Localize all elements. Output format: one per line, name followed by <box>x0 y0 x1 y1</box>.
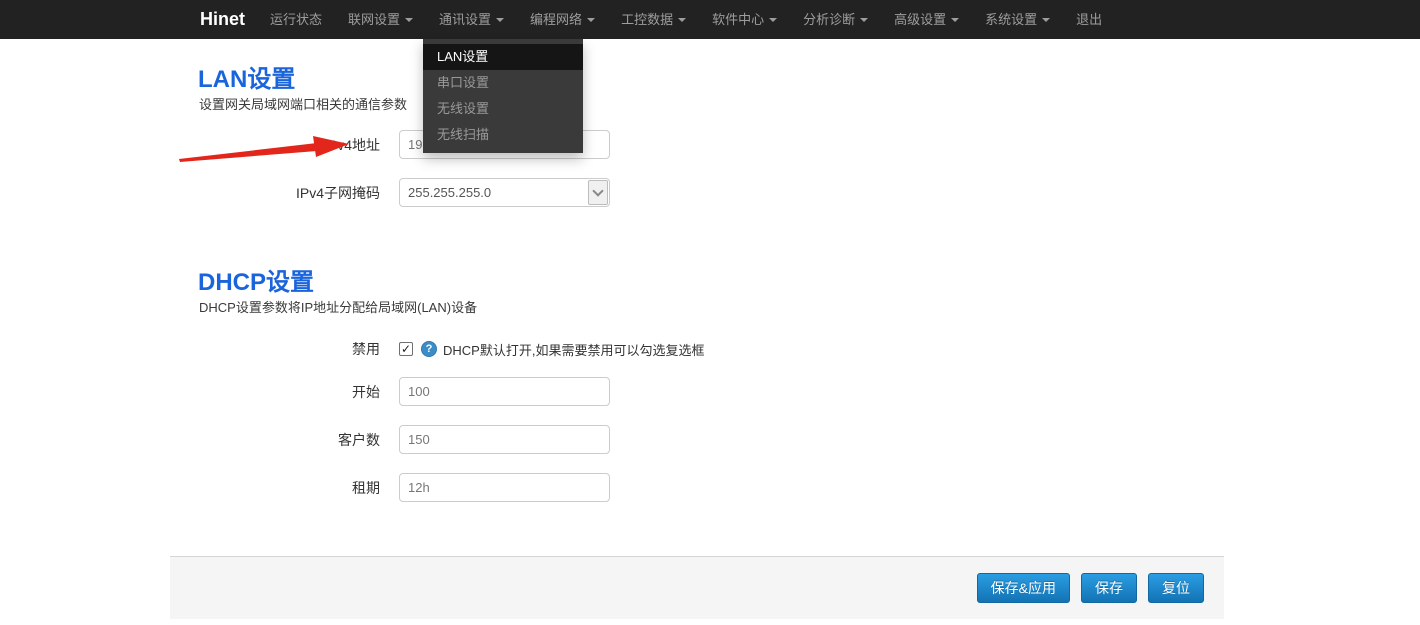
nav-item[interactable]: 分析诊断 <box>790 0 881 39</box>
netmask-selected-value: 255.255.255.0 <box>408 185 491 200</box>
comm-settings-dropdown: LAN设置 串口设置 无线设置 无线扫描 <box>423 39 583 153</box>
brand-logo[interactable]: Hinet <box>200 0 245 39</box>
netmask-select[interactable]: 255.255.255.0 <box>399 178 610 207</box>
dhcp-section-title: DHCP设置 <box>198 262 314 297</box>
dhcp-clients-row: 客户数 <box>205 425 610 454</box>
nav-item[interactable]: 运行状态 <box>257 0 335 39</box>
nav-item[interactable]: 系统设置 <box>972 0 1063 39</box>
ipv4-address-label: IPv4地址 <box>205 135 380 155</box>
dhcp-lease-input[interactable] <box>399 473 610 502</box>
nav-item[interactable]: 通讯设置 <box>426 0 517 39</box>
nav-item[interactable]: 工控数据 <box>608 0 699 39</box>
dhcp-start-input[interactable] <box>399 377 610 406</box>
page: Hinet 运行状态 联网设置 通讯设置 编程网络 <box>0 0 1420 625</box>
dhcp-section-subtitle: DHCP设置参数将IP地址分配给局域网(LAN)设备 <box>199 297 477 316</box>
netmask-label: IPv4子网掩码 <box>205 183 380 203</box>
dhcp-clients-input[interactable] <box>399 425 610 454</box>
caret-down-icon <box>678 18 686 22</box>
caret-down-icon <box>769 18 777 22</box>
dhcp-start-row: 开始 <box>205 377 610 406</box>
dhcp-disable-label: 禁用 <box>205 339 380 359</box>
dhcp-disable-checkbox[interactable]: ✓ <box>399 342 413 356</box>
top-navbar: Hinet 运行状态 联网设置 通讯设置 编程网络 <box>0 0 1420 39</box>
help-icon[interactable]: ? <box>421 341 437 357</box>
dhcp-clients-label: 客户数 <box>205 430 380 450</box>
select-chevron-box <box>588 180 608 205</box>
caret-down-icon <box>587 18 595 22</box>
save-apply-button[interactable]: 保存&应用 <box>977 573 1070 603</box>
dropdown-item[interactable]: LAN设置 <box>423 44 583 70</box>
caret-down-icon <box>860 18 868 22</box>
dhcp-start-label: 开始 <box>205 382 380 402</box>
caret-down-icon <box>496 18 504 22</box>
dhcp-disable-hint: DHCP默认打开,如果需要禁用可以勾选复选框 <box>443 340 704 359</box>
caret-down-icon <box>405 18 413 22</box>
lan-section-title: LAN设置 <box>198 59 295 94</box>
lan-section-subtitle: 设置网关局域网端口相关的通信参数 <box>199 94 407 113</box>
dhcp-lease-row: 租期 <box>205 473 610 502</box>
nav-item[interactable]: 高级设置 <box>881 0 972 39</box>
save-button[interactable]: 保存 <box>1081 573 1137 603</box>
dhcp-lease-label: 租期 <box>205 478 380 498</box>
chevron-down-icon <box>592 185 603 196</box>
nav-item[interactable]: 退出 <box>1063 0 1115 39</box>
dropdown-item[interactable]: 无线设置 <box>423 96 583 122</box>
dropdown-item[interactable]: 串口设置 <box>423 70 583 96</box>
netmask-row: IPv4子网掩码 255.255.255.0 <box>205 178 610 207</box>
action-bar: 保存&应用 保存 复位 <box>170 556 1224 619</box>
nav-menu: 运行状态 联网设置 通讯设置 编程网络 <box>257 0 1115 39</box>
caret-down-icon <box>951 18 959 22</box>
nav-item[interactable]: 编程网络 <box>517 0 608 39</box>
dropdown-item[interactable]: 无线扫描 <box>423 122 583 148</box>
dhcp-disable-row: 禁用 ✓ ? DHCP默认打开,如果需要禁用可以勾选复选框 <box>205 339 704 359</box>
reset-button[interactable]: 复位 <box>1148 573 1204 603</box>
caret-down-icon <box>1042 18 1050 22</box>
nav-item[interactable]: 软件中心 <box>699 0 790 39</box>
nav-item[interactable]: 联网设置 <box>335 0 426 39</box>
